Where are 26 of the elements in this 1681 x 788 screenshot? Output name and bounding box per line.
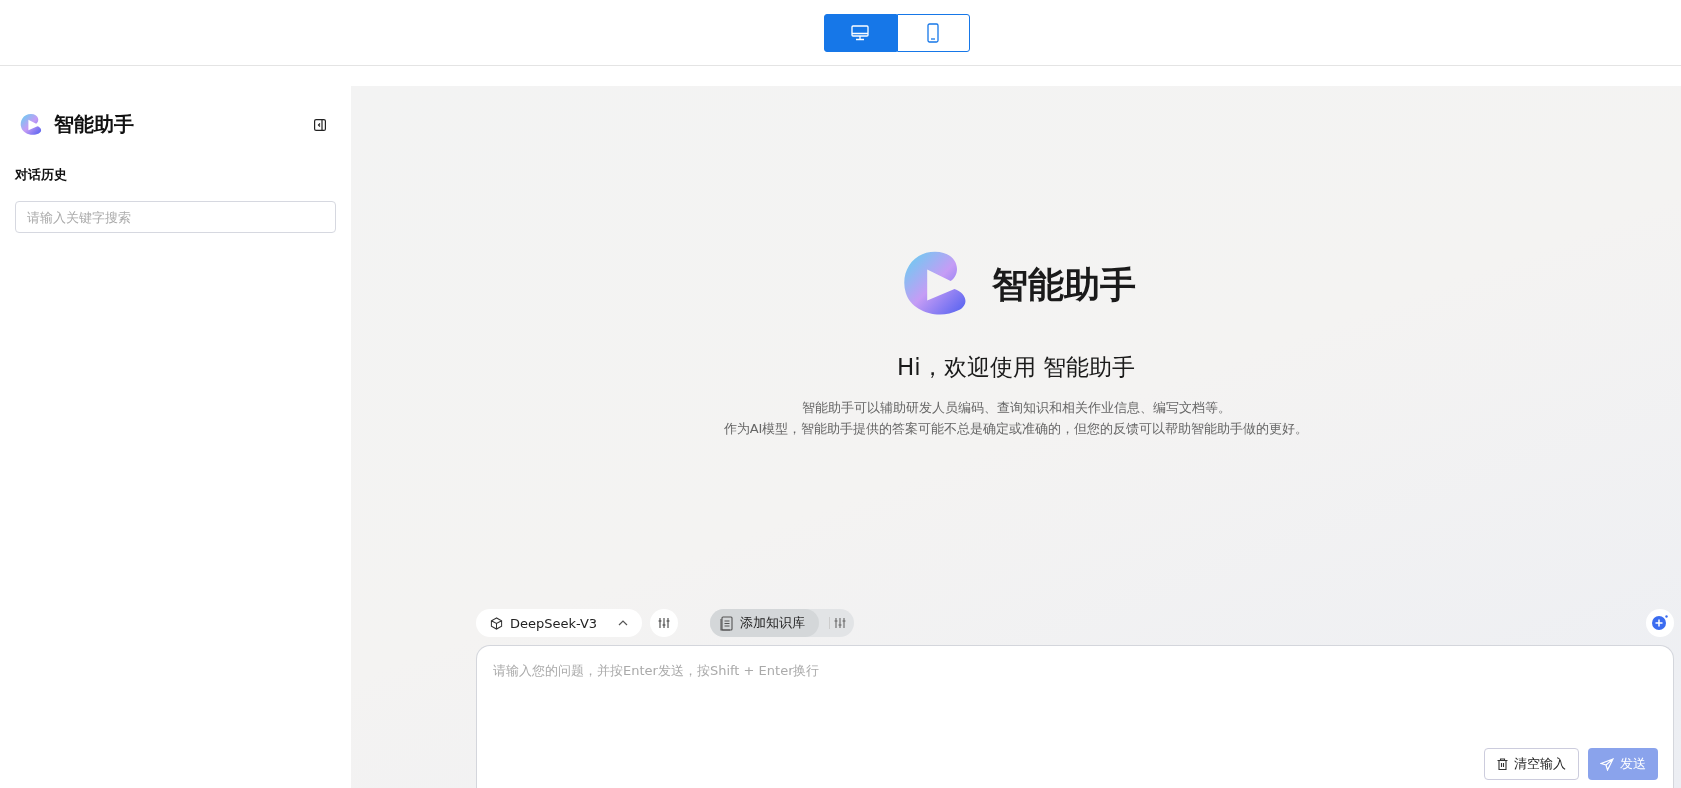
desktop-view-tab[interactable] <box>823 13 897 52</box>
settings-button[interactable] <box>650 609 678 637</box>
paper-plane-icon <box>1600 757 1614 771</box>
monitor-icon <box>851 24 869 41</box>
search-field[interactable]: 请输入关键字搜索 <box>15 201 336 233</box>
greeting-heading: Hi，欢迎使用 智能助手 <box>897 353 1135 382</box>
history-heading: 对话历史 <box>15 166 68 184</box>
app-title: 智能助手 <box>992 262 1136 307</box>
plus-bubble-icon <box>1651 614 1669 632</box>
trash-icon <box>1497 758 1508 770</box>
caret-icon <box>618 620 628 626</box>
phone-icon <box>927 22 939 43</box>
description-text: 作为AI模型，智能助手提供的答案可能不总是确定或准确的，但您的反馈可以帮助智能助手做的更好。 <box>723 420 1309 438</box>
sidebar-collapse-icon[interactable] <box>314 118 326 131</box>
new-chat-button[interactable] <box>1646 609 1674 637</box>
sliders-icon[interactable] <box>829 617 846 629</box>
logo-icon <box>18 111 44 138</box>
cube-icon <box>490 616 503 630</box>
description-text: 智能助手可以辅助研发人员编码、查询知识和相关作业信息、编写文档等。 <box>801 399 1231 417</box>
model-selector[interactable]: DeepSeek-V3 <box>476 609 642 637</box>
mobile-view-tab[interactable] <box>896 13 970 52</box>
app-title: 智能助手 <box>54 111 134 138</box>
document-icon <box>720 615 733 631</box>
clear-input-button[interactable]: 清空输入 <box>1484 748 1579 780</box>
sliders-icon <box>658 617 670 629</box>
add-knowledge-base-button[interactable]: 添加知识库 <box>710 609 819 637</box>
